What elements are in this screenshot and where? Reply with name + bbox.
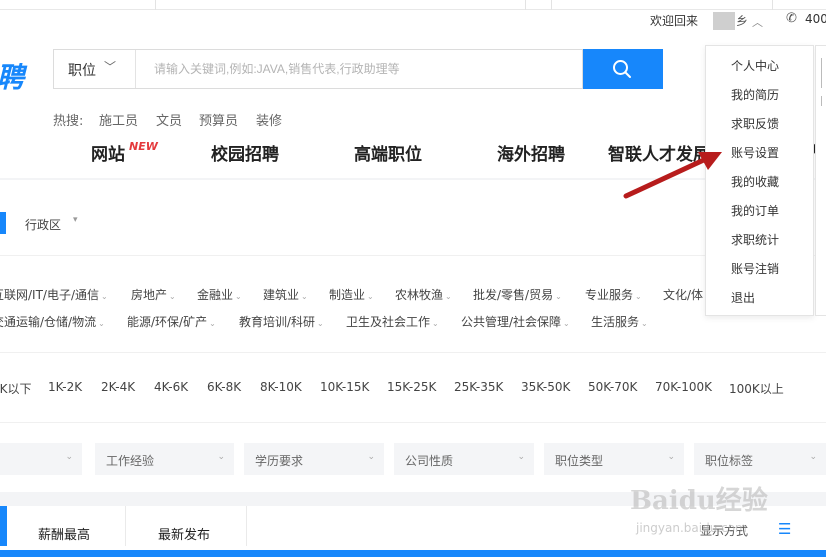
hot-search-label: 热搜: xyxy=(53,114,84,129)
nav-item-site[interactable]: 网站 xyxy=(91,140,125,165)
industry-option[interactable]: 批发/零售/贸易 ⌄ xyxy=(473,286,562,303)
hot-search-item[interactable]: 预算员 xyxy=(199,110,238,129)
filter-dropdown-education[interactable]: 学历要求 ⌄ xyxy=(244,443,384,475)
topbar-separator xyxy=(155,0,156,10)
salary-option[interactable]: 10K-15K xyxy=(320,380,369,394)
topbar-separator xyxy=(772,0,773,10)
nav-item-senior[interactable]: 高端职位 xyxy=(354,140,422,165)
industry-option[interactable]: 房地产 ⌄ xyxy=(131,286,176,303)
industry-option[interactable]: 公共管理/社会保障 ⌄ xyxy=(461,313,570,330)
menu-item-logout[interactable]: 退出 xyxy=(731,289,755,306)
menu-item-personal-center[interactable]: 个人中心 xyxy=(731,57,779,74)
search-button[interactable] xyxy=(583,49,663,89)
industry-option[interactable]: 文化/体 xyxy=(663,286,703,303)
bottom-accent-bar xyxy=(0,550,826,557)
divider xyxy=(0,352,826,353)
filter-dropdown-experience[interactable]: 工作经验 ⌄ xyxy=(95,443,234,475)
welcome-text: 欢迎回来 xyxy=(650,14,699,28)
phone-icon: ✆ xyxy=(786,11,797,26)
search-input[interactable] xyxy=(154,50,574,88)
divider xyxy=(0,255,826,256)
industry-option[interactable]: 生活服务 ⌄ xyxy=(591,313,648,330)
industry-option[interactable]: 建筑业 ⌄ xyxy=(263,286,308,303)
menu-item-orders[interactable]: 我的订单 xyxy=(731,202,779,219)
search-icon xyxy=(613,60,631,78)
salary-option[interactable]: 6K-8K xyxy=(207,380,241,394)
watermark: Baidu经验 xyxy=(630,486,768,516)
industry-option[interactable]: 教育培训/科研 ⌄ xyxy=(239,313,324,330)
district-select[interactable]: 行政区 xyxy=(25,216,61,233)
industry-option[interactable]: 卫生及社会工作 ⌄ xyxy=(346,313,439,330)
search-type-label: 职位 xyxy=(68,63,96,79)
menu-item-feedback[interactable]: 求职反馈 xyxy=(731,115,779,132)
filter-dropdown-job-type[interactable]: 职位类型 ⌄ xyxy=(544,443,684,475)
salary-option[interactable]: 35K-50K xyxy=(521,380,570,394)
salary-option[interactable]: 50K-70K xyxy=(588,380,637,394)
salary-option[interactable]: 2K-4K xyxy=(101,380,135,394)
active-tab-indicator xyxy=(0,506,7,546)
salary-option[interactable]: 1K以下 xyxy=(0,380,32,397)
panel-line xyxy=(821,96,822,106)
hot-search-item[interactable]: 文员 xyxy=(156,110,182,129)
hot-search-item[interactable]: 装修 xyxy=(256,110,282,129)
watermark-url: jingyan.baidu.com xyxy=(636,521,747,535)
filter-dropdown-location[interactable]: ⌄ xyxy=(0,443,82,475)
industry-option[interactable]: 交通运输/仓储/物流 ⌄ xyxy=(0,313,105,330)
salary-option[interactable]: 15K-25K xyxy=(387,380,436,394)
industry-option[interactable]: 农林牧渔 ⌄ xyxy=(395,286,452,303)
partial-right-panel xyxy=(815,45,826,316)
salary-option[interactable]: 100K以上 xyxy=(729,380,784,397)
filter-dropdown-company-type[interactable]: 公司性质 ⌄ xyxy=(394,443,534,475)
industry-option[interactable]: 金融业 ⌄ xyxy=(197,286,242,303)
menu-item-favorites[interactable]: 我的收藏 xyxy=(731,173,779,190)
salary-option[interactable]: 25K-35K xyxy=(454,380,503,394)
filter-dropdown-job-tag[interactable]: 职位标签 ⌄ xyxy=(694,443,826,475)
industry-option[interactable]: 互联网/IT/电子/通信 ⌄ xyxy=(0,286,108,303)
search-type-select[interactable]: 职位 ﹀ xyxy=(54,50,136,88)
panel-line xyxy=(821,58,822,88)
salary-option[interactable]: 70K-100K xyxy=(655,380,712,394)
nav-item-campus[interactable]: 校园招聘 xyxy=(211,140,279,165)
site-logo[interactable]: 聘 xyxy=(0,56,24,96)
caret-down-icon: ▾ xyxy=(73,215,78,225)
username[interactable]: 乡 xyxy=(736,12,748,29)
industry-option[interactable]: 制造业 ⌄ xyxy=(329,286,374,303)
salary-option[interactable]: 1K-2K xyxy=(48,380,82,394)
industry-option[interactable]: 专业服务 ⌄ xyxy=(585,286,642,303)
list-view-icon[interactable]: ☰ xyxy=(778,520,791,538)
menu-item-my-resume[interactable]: 我的简历 xyxy=(731,86,779,103)
menu-item-account-settings[interactable]: 账号设置 xyxy=(731,144,779,161)
phone-number: 400 xyxy=(805,12,826,26)
tab-separator xyxy=(125,506,126,546)
divider xyxy=(0,422,826,423)
search-bar: 职位 ﹀ xyxy=(53,49,583,89)
menu-item-statistics[interactable]: 求职统计 xyxy=(731,231,779,248)
chevron-up-icon[interactable]: ︿ xyxy=(752,14,763,30)
salary-option[interactable]: 8K-10K xyxy=(260,380,302,394)
tab-highest-salary[interactable]: 薪酬最高 xyxy=(38,524,90,543)
menu-item-cancel-account[interactable]: 账号注销 xyxy=(731,260,779,277)
hot-search-item[interactable]: 施工员 xyxy=(99,110,138,129)
topbar-separator xyxy=(551,0,552,10)
annotation-arrow-icon xyxy=(623,152,722,199)
salary-option[interactable]: 4K-6K xyxy=(154,380,188,394)
avatar[interactable] xyxy=(713,12,735,30)
chevron-down-icon: ﹀ xyxy=(104,60,117,74)
tab-separator xyxy=(246,506,247,546)
top-utility-bar xyxy=(0,0,826,10)
industry-option[interactable]: 能源/环保/矿产 ⌄ xyxy=(127,313,216,330)
new-badge: NEW xyxy=(129,140,158,153)
city-tab-indicator xyxy=(0,212,6,234)
nav-item-overseas[interactable]: 海外招聘 xyxy=(497,140,565,165)
topbar-separator xyxy=(525,0,526,10)
tab-latest[interactable]: 最新发布 xyxy=(158,524,210,543)
